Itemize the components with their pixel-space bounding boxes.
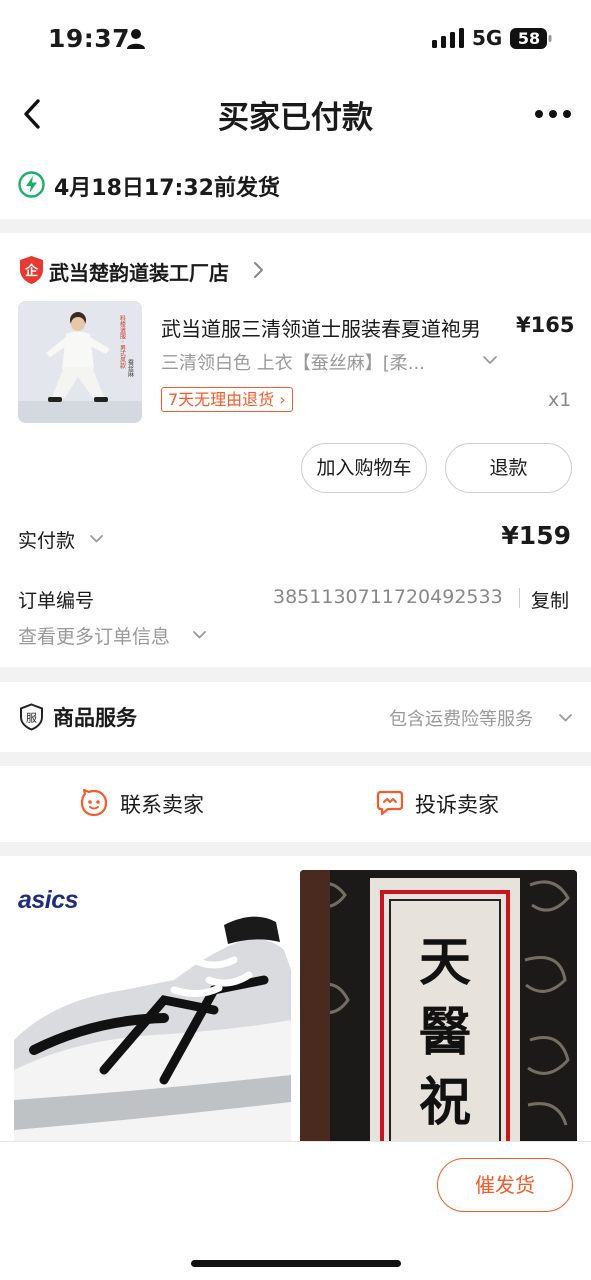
shop-name-link[interactable]: 武当楚韵道装工厂店 bbox=[49, 257, 229, 286]
battery-level: 58 bbox=[517, 29, 541, 48]
book-char-3: 祝 bbox=[419, 1072, 471, 1133]
chat-face-icon[interactable] bbox=[80, 789, 108, 817]
page-title: 买家已付款 bbox=[218, 100, 373, 136]
product-spec[interactable]: 三清领白色 上衣【蚕丝麻】[柔... bbox=[161, 349, 461, 375]
complaint-icon[interactable] bbox=[376, 790, 404, 816]
book-char-2: 醫 bbox=[419, 1002, 471, 1063]
contact-seller-button[interactable]: 联系卖家 bbox=[120, 789, 204, 819]
person-icon bbox=[127, 29, 145, 49]
enterprise-shop-icon: 企 bbox=[20, 256, 43, 284]
thumb-caption-2: 蚕丝麻 bbox=[127, 359, 134, 378]
divider bbox=[519, 588, 520, 608]
chevron-down-icon bbox=[559, 714, 572, 722]
chevron-down-icon[interactable] bbox=[89, 533, 104, 544]
bottom-action-bar: 催发货 bbox=[0, 1141, 591, 1280]
return-policy-badge[interactable]: 7天无理由退货 › bbox=[161, 387, 293, 412]
service-shield-icon: 服 bbox=[20, 703, 43, 731]
product-title[interactable]: 武当道服三清领道士服装春夏道袍男 bbox=[161, 313, 521, 342]
cellular-signal-icon bbox=[432, 28, 464, 48]
home-indicator[interactable] bbox=[191, 1260, 401, 1267]
paid-amount-value: ¥159 bbox=[501, 521, 571, 550]
status-bar: 19:37 5G 58 bbox=[0, 0, 591, 78]
shipping-deadline-bar: 4月18日17:32前发货 bbox=[0, 156, 591, 219]
recommendation-card-shoe[interactable]: asics bbox=[14, 870, 291, 1146]
shoe-image bbox=[14, 916, 291, 1146]
service-label: 商品服务 bbox=[53, 706, 137, 730]
recommendation-card-book[interactable]: 天 醫 祝 bbox=[300, 870, 577, 1146]
more-order-info-link[interactable]: 查看更多订单信息 bbox=[18, 622, 170, 649]
shipping-deadline-text: 4月18日17:32前发货 bbox=[54, 176, 280, 201]
paid-amount-label[interactable]: 实付款 bbox=[18, 526, 75, 553]
chevron-right-icon bbox=[254, 262, 263, 278]
recommendations: asics 天 醫 祝 bbox=[0, 856, 591, 1146]
book-char-1: 天 bbox=[419, 932, 471, 993]
lightning-icon bbox=[18, 171, 45, 198]
order-number-label: 订单编号 bbox=[18, 590, 95, 612]
more-options-icon[interactable] bbox=[534, 108, 572, 120]
product-price: ¥165 bbox=[516, 313, 575, 337]
order-card: 企 武当楚韵道装工厂店 料楼道服 · 男式风款 蚕丝麻 武当道服三清领道士服装春… bbox=[0, 233, 591, 667]
thumb-caption-1: 料楼道服 · 男式风款 bbox=[119, 314, 126, 370]
nav-bar: 买家已付款 bbox=[0, 78, 591, 156]
chevron-down-icon[interactable] bbox=[482, 354, 498, 366]
product-quantity: x1 bbox=[548, 389, 572, 411]
svg-text:企: 企 bbox=[24, 263, 39, 279]
svg-text:服: 服 bbox=[26, 712, 37, 725]
chevron-down-icon[interactable] bbox=[192, 629, 207, 640]
contact-row: 联系卖家 投诉卖家 bbox=[0, 766, 591, 842]
product-service-row[interactable]: 服 商品服务 包含运费险等服务 bbox=[0, 682, 591, 752]
status-time: 19:37 bbox=[48, 24, 131, 53]
product-thumbnail[interactable]: 料楼道服 · 男式风款 蚕丝麻 bbox=[18, 301, 142, 423]
complain-seller-button[interactable]: 投诉卖家 bbox=[415, 789, 499, 819]
network-type: 5G bbox=[472, 26, 503, 50]
refund-button[interactable]: 退款 bbox=[445, 443, 572, 493]
book-image: 天 醫 祝 bbox=[300, 870, 577, 1146]
urge-shipping-button[interactable]: 催发货 bbox=[437, 1158, 573, 1212]
order-number-value: 3851130711720492533 bbox=[273, 586, 503, 608]
service-detail: 包含运费险等服务 bbox=[389, 709, 533, 730]
add-to-cart-button[interactable]: 加入购物车 bbox=[301, 443, 427, 493]
copy-order-number-button[interactable]: 复制 bbox=[531, 586, 569, 613]
product-photo: 料楼道服 · 男式风款 蚕丝麻 bbox=[18, 301, 142, 423]
